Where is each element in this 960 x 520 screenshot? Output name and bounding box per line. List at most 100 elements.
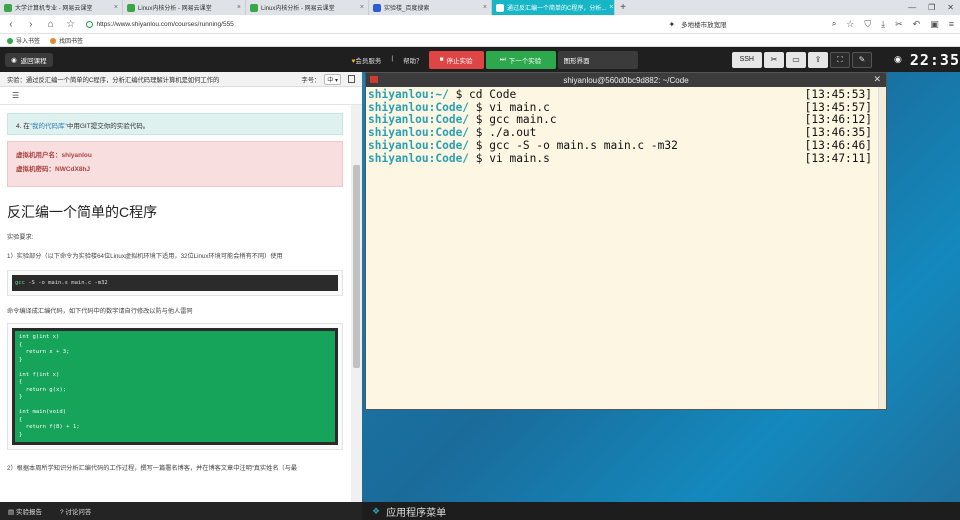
terminal-line: shiyanlou:~/ $ cd Code [13:45:53] bbox=[368, 88, 884, 102]
terminal-title: shiyanlou@560d0bc9d882: ~/Code bbox=[563, 75, 689, 85]
lab-title: 实验：通过反汇编一个简单的C程序，分析汇编代码理解计算机是如何工作的 bbox=[7, 76, 220, 84]
screen-icon[interactable]: ▭ bbox=[785, 51, 806, 68]
terminal-output[interactable]: shiyanlou:~/ $ cd Code [13:45:53] shiyanlo… bbox=[366, 87, 886, 165]
close-icon[interactable]: × bbox=[483, 4, 487, 11]
terminal-scrollbar[interactable] bbox=[878, 87, 886, 409]
search-text[interactable]: 多地楼市放宽限 bbox=[681, 19, 727, 29]
forward-icon[interactable]: › bbox=[26, 19, 36, 30]
maximize-icon[interactable]: ❐ bbox=[928, 0, 935, 15]
browser-tab[interactable]: 大学计算机专业 - 网易云课堂 × bbox=[0, 0, 123, 15]
fullscreen-icon[interactable]: ⛶ bbox=[829, 51, 850, 68]
document-scrollbar[interactable] bbox=[351, 105, 362, 502]
home-icon[interactable]: ⌂ bbox=[46, 19, 56, 30]
qa-link[interactable]: ? 讨论问答 bbox=[60, 506, 91, 516]
document-footer: ▤ 实验报告 ? 讨论问答 bbox=[0, 502, 362, 520]
url-bar[interactable]: https://www.shiyanlou.com/courses/runnin… bbox=[85, 17, 639, 31]
terminal-window[interactable]: shiyanlou@560d0bc9d882: ~/Code ✕ shiyanl… bbox=[365, 72, 887, 410]
search-box[interactable]: ✦ 多地楼市放宽限 ⌕ bbox=[668, 18, 836, 31]
requirement-1: 1）实验部分（以下命令为实验楼64位Linux虚拟机环境下适用，32位Linux… bbox=[7, 253, 283, 260]
menu-icon: ☰ bbox=[12, 91, 20, 100]
browser-tab[interactable]: Linux内核分析 - 网易云课堂 × bbox=[123, 0, 246, 15]
address-toolbar: ‹ › ⌂ ☆ https://www.shiyanlou.com/course… bbox=[0, 15, 960, 34]
lab-report-link[interactable]: ▤ 实验报告 bbox=[8, 506, 42, 516]
download-icon[interactable]: ⤓ bbox=[881, 19, 885, 30]
search-icon[interactable]: ⌕ bbox=[832, 19, 836, 29]
code-block: int g(int x) { return x + 3; } int f(int… bbox=[7, 323, 343, 450]
desktop-taskbar: ❖ 应用程序菜单 bbox=[362, 502, 960, 520]
back-to-course-button[interactable]: ◉ 返回课程 bbox=[5, 52, 53, 67]
vip-link[interactable]: ♥会员服务 bbox=[352, 55, 382, 65]
url-text[interactable]: https://www.shiyanlou.com/courses/runnin… bbox=[97, 21, 234, 28]
font-size-select[interactable]: 中 ▾ bbox=[324, 73, 341, 85]
bookmark-icon bbox=[50, 37, 57, 44]
close-icon[interactable]: × bbox=[114, 4, 118, 11]
scissors-icon[interactable]: ✂ bbox=[895, 19, 903, 30]
timestamp: [13:47:11] bbox=[804, 151, 872, 165]
tab-favicon-icon bbox=[496, 3, 504, 12]
info-box: 4. 在"我的代码库"中用GIT提交你的实验代码。 bbox=[7, 113, 343, 135]
edit-icon[interactable]: ✎ bbox=[851, 51, 872, 68]
close-window-icon[interactable]: ✕ bbox=[947, 0, 954, 15]
requirement-2: 2）根据本周所学知识分析汇编代码的工作过程，撰写一篇署名博客，并在博客文章中注明… bbox=[7, 465, 298, 472]
timestamp: [13:46:46] bbox=[804, 138, 872, 152]
minimize-icon[interactable]: — bbox=[908, 0, 916, 15]
requirement-1b: 命令编译成汇编代码，如下代码中的数字请自行修改以防与他人雷同 bbox=[7, 308, 193, 315]
command-text: $ gcc -S -o main.s main.c -m32 bbox=[469, 138, 678, 152]
close-icon[interactable]: × bbox=[609, 4, 613, 11]
stop-icon: ■ bbox=[439, 56, 444, 63]
ssh-button[interactable]: SSH bbox=[731, 51, 762, 68]
font-size-label: 字号： bbox=[301, 76, 321, 84]
browser-tab[interactable]: Linux内核分析 - 网易云课堂 × bbox=[246, 0, 369, 15]
command-block: gcc -S -o main.s main.c -m32 bbox=[7, 270, 343, 296]
stop-lab-button[interactable]: ■ 停止实验 bbox=[428, 50, 484, 69]
menu-icon[interactable]: ≡ bbox=[949, 19, 954, 30]
gui-mode-button[interactable]: 图形界面 bbox=[557, 50, 638, 69]
eye-icon[interactable]: ◉ bbox=[894, 54, 902, 65]
browser-tab-active[interactable]: 通过反汇编一个简单的C程序，分析... × bbox=[492, 0, 615, 15]
remote-desktop[interactable]: shiyanlou@560d0bc9d882: ~/Code ✕ shiyanl… bbox=[362, 72, 960, 502]
terminal-icon bbox=[370, 76, 378, 83]
lab-document-panel: 实验：通过反汇编一个简单的C程序，分析汇编代码理解计算机是如何工作的 字号： 中… bbox=[0, 72, 362, 502]
bookmark-icon bbox=[7, 37, 13, 44]
close-icon[interactable]: × bbox=[360, 4, 364, 11]
extension-icon[interactable]: ▣ bbox=[930, 19, 939, 30]
close-icon[interactable]: ✕ bbox=[873, 74, 881, 85]
bookmark-page-icon[interactable]: ☆ bbox=[66, 19, 76, 30]
terminal-titlebar[interactable]: shiyanlou@560d0bc9d882: ~/Code ✕ bbox=[366, 73, 886, 87]
tab-favicon-icon bbox=[127, 3, 135, 12]
back-icon[interactable]: ‹ bbox=[6, 19, 16, 30]
document-icon[interactable] bbox=[348, 75, 355, 83]
lab-header: 实验：通过反汇编一个简单的C程序，分析汇编代码理解计算机是如何工作的 字号： 中… bbox=[0, 72, 362, 87]
timestamp: [13:45:53] bbox=[804, 88, 872, 101]
app-menu-button[interactable]: 应用程序菜单 bbox=[386, 504, 446, 519]
search-engine-icon: ✦ bbox=[668, 19, 676, 29]
app-menu-icon[interactable]: ❖ bbox=[372, 506, 380, 517]
tools-icon[interactable]: ✂ bbox=[763, 51, 784, 68]
new-tab-button[interactable]: + bbox=[615, 0, 631, 15]
bookmark-item[interactable]: 导入书签 bbox=[7, 36, 40, 45]
next-lab-button[interactable]: ⏭ 下一个实验 bbox=[485, 50, 556, 69]
toc-menu-button[interactable]: ☰ bbox=[0, 87, 362, 105]
prompt-user: shiyanlou bbox=[368, 126, 429, 140]
document-content: 4. 在"我的代码库"中用GIT提交你的实验代码。 虚拟机用户名：shiyanl… bbox=[0, 105, 350, 502]
tab-favicon-icon bbox=[250, 3, 258, 12]
tab-label: 通过反汇编一个简单的C程序，分析... bbox=[507, 6, 607, 12]
scrollbar-thumb[interactable] bbox=[353, 165, 360, 368]
code-repo-link[interactable]: "我的代码库" bbox=[30, 123, 67, 130]
browser-tab[interactable]: 实验楼_百度搜索 × bbox=[369, 0, 492, 15]
question-icon: ? bbox=[59, 509, 64, 516]
terminal-line: shiyanlou:Code/ $ vi main.s [13:47:11] bbox=[368, 151, 884, 166]
prompt-user: shiyanlou bbox=[368, 151, 429, 165]
undo-icon[interactable]: ↶ bbox=[913, 19, 921, 30]
close-icon[interactable]: × bbox=[237, 4, 241, 11]
window-controls: — ❐ ✕ bbox=[908, 0, 960, 15]
shield-icon[interactable]: ⛉ bbox=[864, 19, 871, 30]
star-icon[interactable]: ☆ bbox=[846, 19, 854, 30]
bookmark-item[interactable]: 找回书签 bbox=[50, 36, 83, 45]
bookmarks-bar: 导入书签 找回书签 bbox=[0, 34, 960, 47]
terminal-line: shiyanlou:Code/ $ ./a.out [13:46:35] bbox=[368, 126, 884, 140]
upload-icon[interactable]: ⇪ bbox=[807, 51, 828, 68]
help-link[interactable]: 帮助？ bbox=[403, 55, 423, 65]
divider: | bbox=[391, 54, 394, 62]
browser-tab-bar: 大学计算机专业 - 网易云课堂 × Linux内核分析 - 网易云课堂 × Linu… bbox=[0, 0, 960, 15]
